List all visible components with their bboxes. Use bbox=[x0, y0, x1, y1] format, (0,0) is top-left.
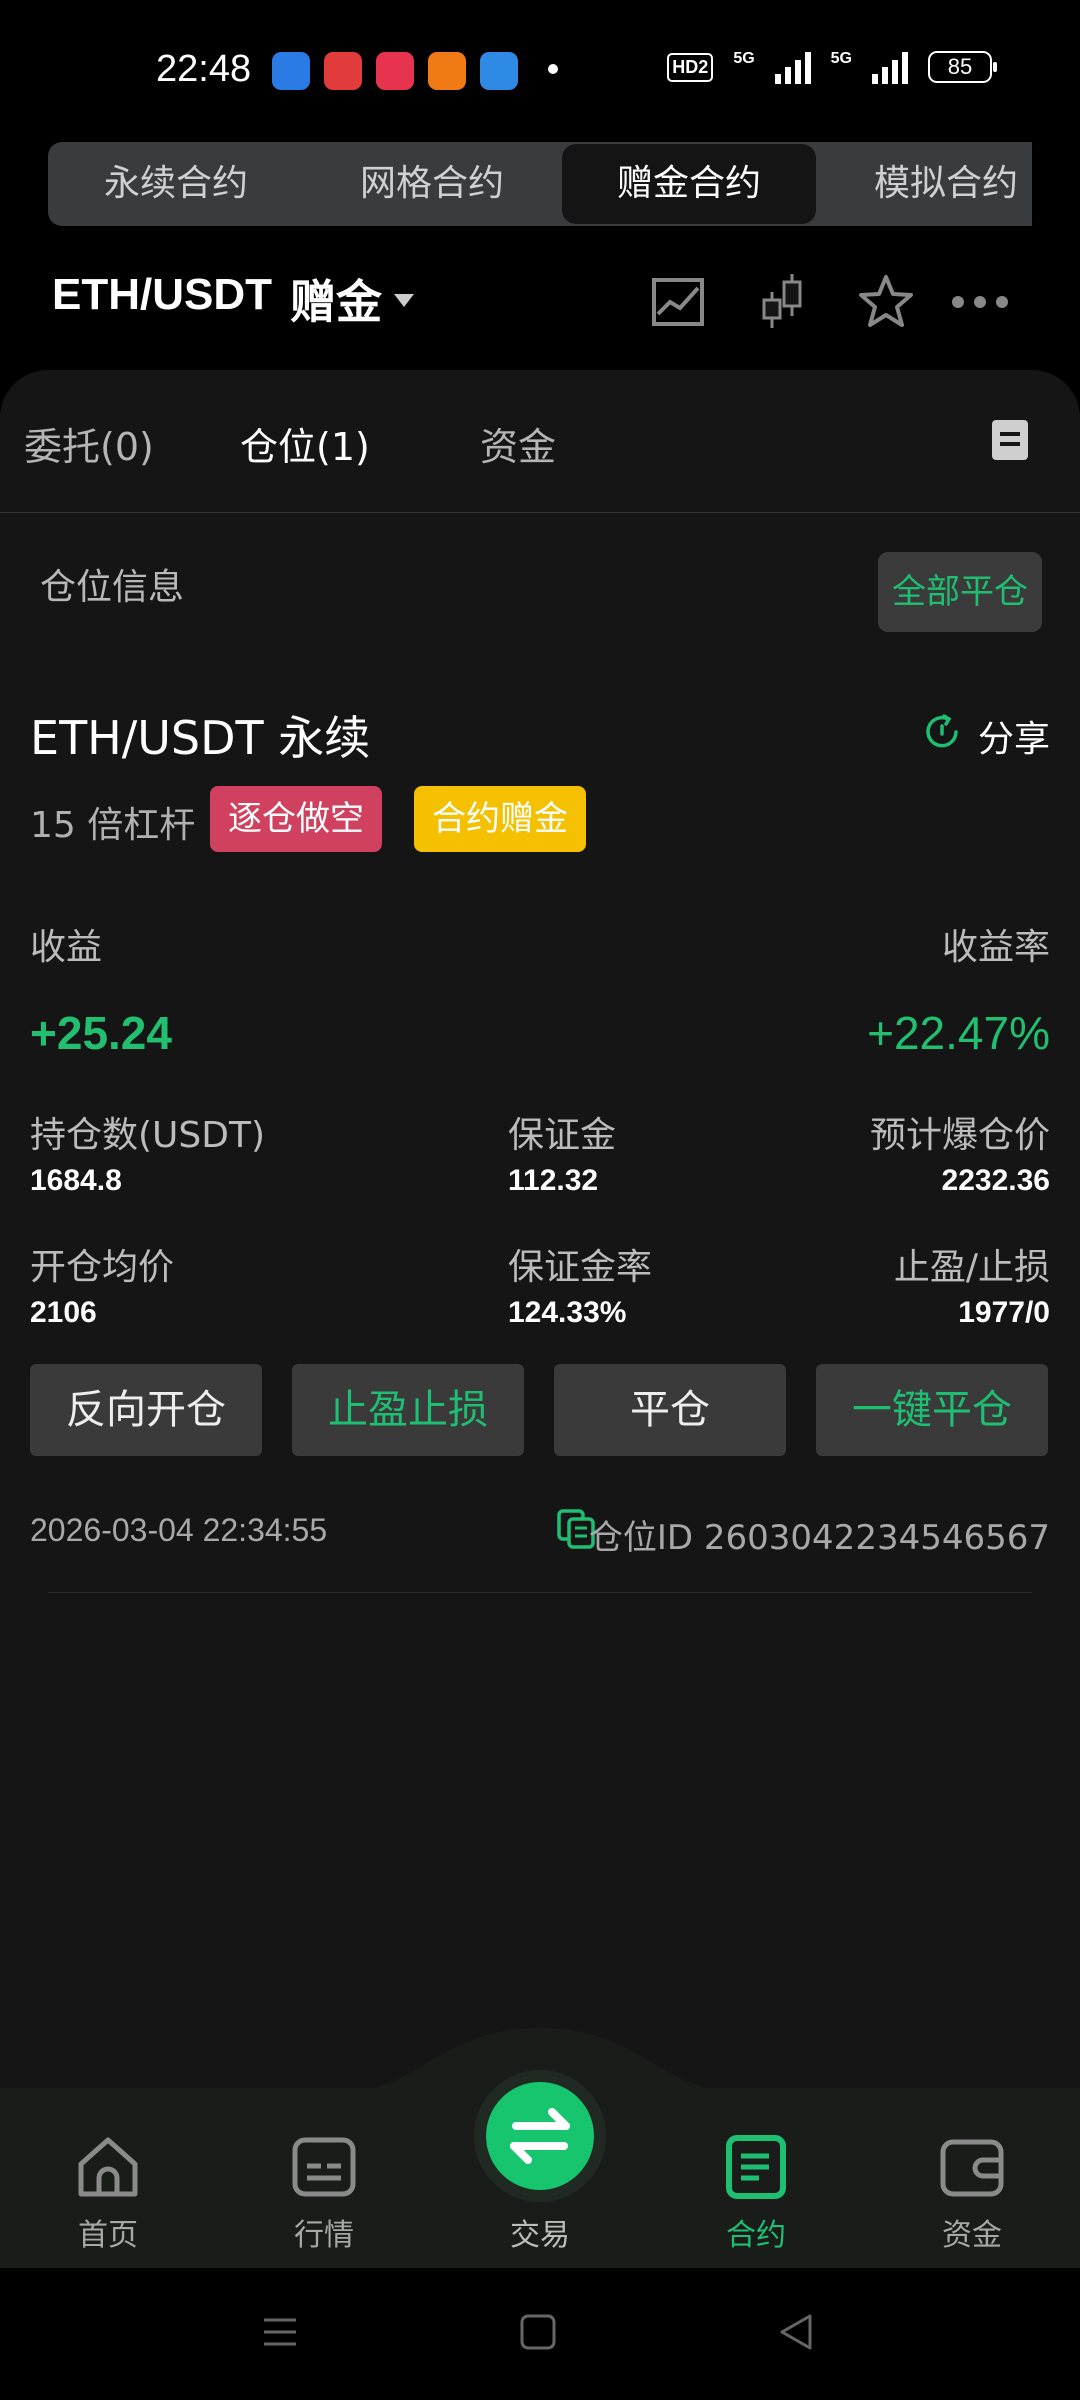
tpsl-label: 止盈/止损 bbox=[893, 1247, 1050, 1288]
nav-market[interactable]: 行情 bbox=[264, 2134, 384, 2254]
tab-positions[interactable]: 仓位(1) bbox=[240, 416, 370, 471]
direction-badge: 逐仓做空 bbox=[210, 786, 382, 852]
divider bbox=[48, 1592, 1032, 1593]
nav-trade-label[interactable]: 交易 bbox=[480, 2210, 600, 2254]
menu-icon[interactable] bbox=[260, 2312, 300, 2352]
signal-icon bbox=[774, 50, 811, 84]
contract-type-tabs: 永续合约 网格合约 赠金合约 模拟合约 bbox=[48, 142, 1032, 226]
pnl-label: 收益 bbox=[30, 927, 103, 968]
section-title: 仓位信息 bbox=[40, 567, 185, 608]
chart-icon[interactable] bbox=[648, 272, 708, 332]
share-button[interactable]: 分享 bbox=[978, 710, 1050, 762]
nav-trade[interactable] bbox=[486, 2082, 594, 2190]
margin-rate-label: 保证金率 bbox=[508, 1247, 653, 1288]
swap-icon bbox=[510, 2108, 570, 2164]
notification-app-icon bbox=[272, 52, 310, 90]
tab-grid[interactable]: 网格合约 bbox=[304, 142, 560, 226]
share-icon[interactable] bbox=[922, 712, 962, 752]
close-all-button[interactable]: 全部平仓 bbox=[878, 552, 1042, 632]
entry-price-value: 2106 bbox=[30, 1296, 97, 1329]
nav-contract[interactable]: 合约 bbox=[696, 2134, 816, 2254]
contract-icon bbox=[726, 2135, 786, 2199]
bonus-badge: 合约赠金 bbox=[414, 786, 586, 852]
trading-pair[interactable]: ETH/USDT bbox=[52, 270, 272, 320]
back-icon[interactable] bbox=[776, 2312, 816, 2352]
notification-app-icons bbox=[272, 52, 518, 90]
divider bbox=[0, 512, 1080, 513]
notification-app-icon bbox=[480, 52, 518, 90]
tab-orders[interactable]: 委托(0) bbox=[24, 416, 154, 471]
notification-app-icon bbox=[324, 52, 362, 90]
history-icon[interactable] bbox=[992, 420, 1028, 460]
entry-price-label: 开仓均价 bbox=[30, 1247, 175, 1288]
status-time: 22:48 bbox=[156, 48, 252, 90]
reverse-open-button[interactable]: 反向开仓 bbox=[30, 1364, 262, 1456]
home-icon bbox=[78, 2137, 138, 2197]
open-timestamp: 2026-03-04 22:34:55 bbox=[30, 1512, 328, 1548]
tab-simulated[interactable]: 模拟合约 bbox=[818, 142, 1032, 226]
star-icon[interactable] bbox=[856, 272, 916, 332]
wallet-icon bbox=[940, 2139, 1004, 2197]
hd-voice-icon: HD2 bbox=[667, 52, 714, 82]
signal-icon bbox=[872, 50, 908, 84]
liquidation-price-value: 2232.36 bbox=[941, 1164, 1050, 1197]
position-title: ETH/USDT 永续 bbox=[30, 711, 371, 765]
network-type-label: 5G bbox=[830, 50, 852, 67]
market-icon bbox=[292, 2137, 356, 2197]
margin-rate-value: 124.33% bbox=[508, 1296, 627, 1329]
status-indicators: HD2 5G 5G 85 bbox=[667, 50, 997, 84]
size-label: 持仓数(USDT) bbox=[30, 1115, 266, 1156]
notification-app-icon bbox=[376, 52, 414, 90]
tab-perpetual[interactable]: 永续合约 bbox=[48, 142, 304, 226]
contract-type-label[interactable]: 赠金 bbox=[290, 266, 382, 332]
nav-home-label: 首页 bbox=[78, 2218, 138, 2253]
network-type-label: 5G bbox=[733, 50, 755, 67]
battery-icon: 85 bbox=[928, 51, 997, 83]
nav-funds[interactable]: 资金 bbox=[912, 2134, 1032, 2254]
tab-funds[interactable]: 资金 bbox=[480, 416, 556, 471]
pnl-rate-label: 收益率 bbox=[941, 927, 1050, 968]
nav-home[interactable]: 首页 bbox=[48, 2134, 168, 2254]
quick-close-button[interactable]: 一键平仓 bbox=[816, 1364, 1048, 1456]
home-button-icon[interactable] bbox=[518, 2312, 558, 2352]
liquidation-price-label: 预计爆仓价 bbox=[869, 1115, 1050, 1156]
candlestick-icon[interactable] bbox=[752, 272, 812, 332]
margin-label: 保证金 bbox=[508, 1115, 617, 1156]
pnl-value: +25.24 bbox=[30, 1007, 172, 1059]
tab-bonus[interactable]: 赠金合约 bbox=[562, 144, 816, 224]
tpsl-button[interactable]: 止盈止损 bbox=[292, 1364, 524, 1456]
tpsl-value: 1977/0 bbox=[958, 1296, 1050, 1329]
notification-app-icon bbox=[428, 52, 466, 90]
nav-market-label: 行情 bbox=[294, 2218, 354, 2253]
nav-contract-label: 合约 bbox=[726, 2218, 786, 2253]
size-value: 1684.8 bbox=[30, 1164, 122, 1197]
more-icon[interactable] bbox=[950, 272, 1010, 332]
margin-value: 112.32 bbox=[508, 1164, 599, 1197]
position-id: 仓位ID 2603042234546567 bbox=[588, 1518, 1050, 1558]
more-notifications-dot bbox=[548, 64, 558, 74]
nav-funds-label: 资金 bbox=[942, 2218, 1002, 2253]
system-nav-bar bbox=[0, 2268, 1080, 2400]
leverage-label: 15 倍杠杆 bbox=[30, 805, 196, 846]
chevron-down-icon[interactable] bbox=[394, 294, 414, 307]
status-bar: 22:48 HD2 5G 5G 85 bbox=[0, 0, 1080, 140]
pnl-rate-value: +22.47% bbox=[867, 1007, 1050, 1059]
close-position-button[interactable]: 平仓 bbox=[554, 1364, 786, 1456]
